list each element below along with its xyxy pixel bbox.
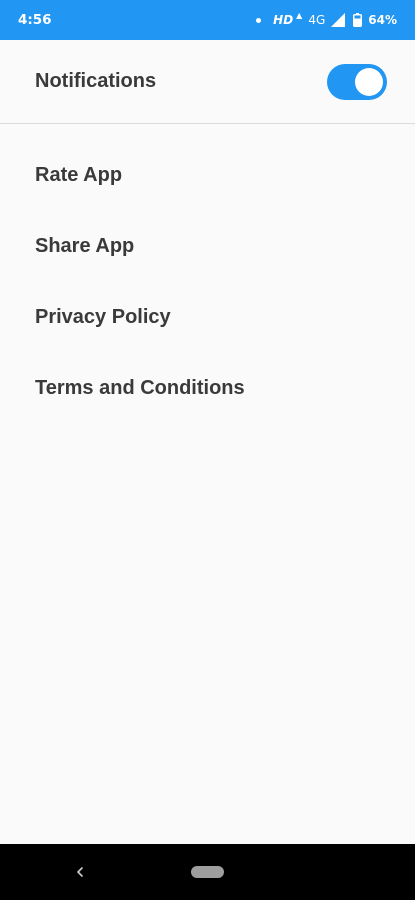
status-bar: 4:56 HD ▲ 4G 64% — [0, 0, 415, 40]
hd-indicator: HD — [273, 13, 294, 27]
notifications-label: Notifications — [35, 70, 157, 92]
share-app-item[interactable]: Share App — [0, 211, 415, 282]
notifications-setting-row: Notifications — [0, 40, 415, 124]
signal-icon — [331, 13, 346, 27]
notifications-toggle[interactable] — [327, 63, 387, 100]
battery-percent: 64% — [368, 13, 397, 27]
network-type: 4G — [308, 13, 326, 27]
home-pill-icon[interactable] — [191, 866, 224, 878]
status-icons: HD ▲ 4G 64% — [256, 10, 397, 27]
navigation-bar — [0, 844, 415, 900]
privacy-policy-item[interactable]: Privacy Policy — [0, 282, 415, 353]
chevron-left-icon[interactable] — [72, 862, 88, 882]
settings-menu: Rate App Share App Privacy Policy Terms … — [0, 140, 415, 424]
battery-icon — [353, 13, 363, 27]
rate-app-item[interactable]: Rate App — [0, 140, 415, 211]
data-activity-icon: ▲ — [296, 10, 303, 20]
toggle-knob — [355, 67, 383, 96]
terms-and-conditions-item[interactable]: Terms and Conditions — [0, 353, 415, 424]
status-time: 4:56 — [18, 12, 52, 28]
notification-dot-icon — [256, 17, 262, 23]
